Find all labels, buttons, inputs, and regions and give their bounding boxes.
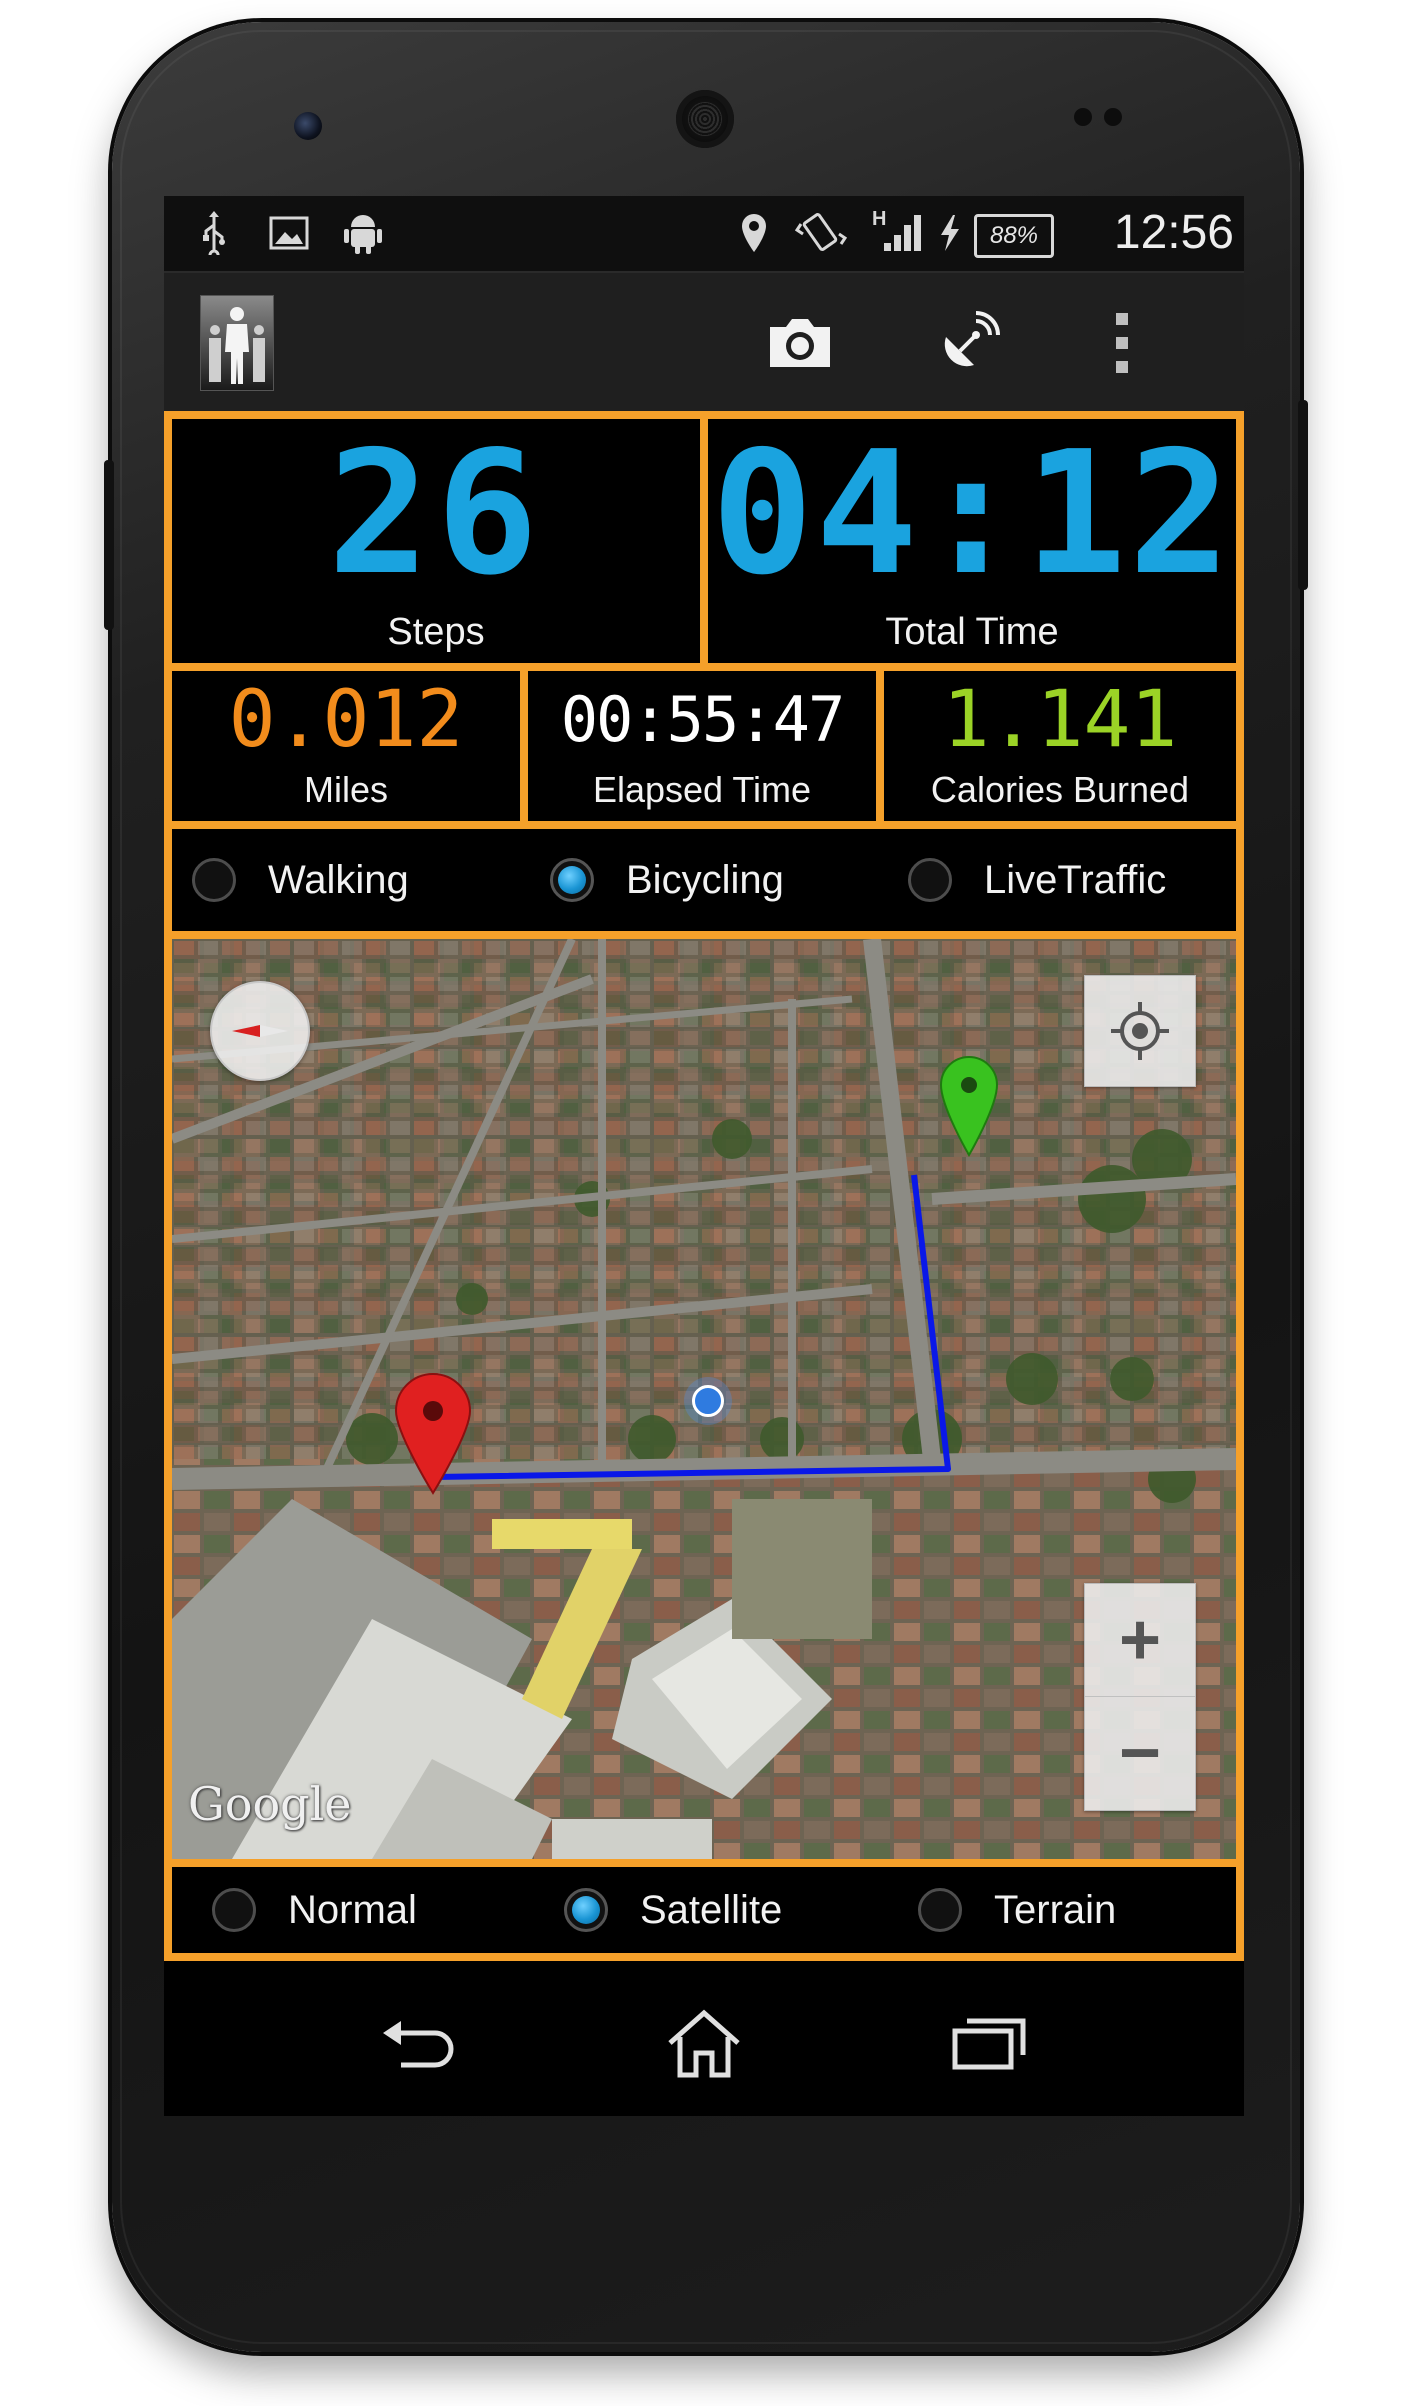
proximity-sensor bbox=[1074, 108, 1092, 126]
my-location-button[interactable] bbox=[1084, 975, 1196, 1087]
elapsed-time-label: Elapsed Time bbox=[592, 769, 812, 810]
calories-panel: 1.141 Calories Burned bbox=[884, 671, 1236, 821]
home-icon bbox=[668, 2009, 740, 2078]
signal-icon: H bbox=[870, 208, 930, 258]
current-location-dot bbox=[692, 1385, 724, 1417]
satellite-button[interactable] bbox=[928, 303, 1008, 383]
radio-livetraffic-label: LiveTraffic bbox=[984, 857, 1167, 902]
compass-button[interactable] bbox=[210, 981, 310, 1081]
radio-normal-indicator bbox=[212, 1888, 256, 1932]
zoom-out-icon: − bbox=[1118, 1713, 1162, 1793]
zoom-controls: + − bbox=[1084, 1583, 1196, 1811]
map-view[interactable]: + − Google bbox=[172, 939, 1236, 1859]
back-button[interactable] bbox=[364, 1998, 474, 2088]
zoom-in-icon: + bbox=[1118, 1600, 1162, 1680]
radio-terrain-label: Terrain bbox=[994, 1887, 1117, 1932]
recent-apps-button[interactable] bbox=[934, 1998, 1044, 2088]
battery-indicator: 88% bbox=[974, 214, 1054, 258]
calories-label: Calories Burned bbox=[930, 769, 1190, 810]
image-icon bbox=[266, 208, 312, 258]
miles-value: 0.012 bbox=[228, 675, 464, 765]
overflow-menu-button[interactable] bbox=[1092, 303, 1152, 383]
steps-label: Steps bbox=[387, 611, 485, 653]
home-button[interactable] bbox=[649, 1998, 759, 2088]
vibrate-icon bbox=[792, 208, 852, 258]
mode-radio-group: Walking Bicycling LiveTraffic bbox=[172, 829, 1236, 931]
calories-value: 1.141 bbox=[942, 675, 1178, 765]
steps-value: 26 bbox=[327, 415, 545, 613]
usb-icon bbox=[194, 208, 234, 258]
zoom-out-button[interactable]: − bbox=[1085, 1697, 1195, 1809]
app-logo[interactable] bbox=[200, 295, 274, 391]
radio-normal-label: Normal bbox=[288, 1887, 417, 1932]
radio-terrain[interactable]: Terrain bbox=[918, 1880, 1116, 1940]
total-time-panel: 04:12 Total Time bbox=[708, 419, 1236, 663]
location-icon bbox=[734, 208, 774, 258]
radio-livetraffic-indicator bbox=[908, 858, 952, 902]
my-location-icon bbox=[1111, 1002, 1169, 1060]
overflow-menu-icon bbox=[1116, 313, 1128, 373]
screen: H 88% 12:56 26 Steps 04:12 Total Time 0.… bbox=[164, 196, 1244, 2116]
radio-bicycling-indicator bbox=[550, 858, 594, 902]
dashboard: 26 Steps 04:12 Total Time 0.012 Miles 00… bbox=[164, 411, 1244, 1961]
elapsed-time-panel: 00:55:47 Elapsed Time bbox=[528, 671, 876, 821]
front-camera bbox=[294, 112, 322, 140]
earpiece-speaker bbox=[676, 90, 734, 148]
network-type-label: H bbox=[872, 208, 887, 230]
total-time-value: 04:12 bbox=[711, 415, 1233, 613]
radio-satellite-label: Satellite bbox=[640, 1887, 783, 1932]
satellite-dish-icon bbox=[944, 311, 1000, 367]
status-clock: 12:56 bbox=[1113, 206, 1234, 259]
zoom-in-button[interactable]: + bbox=[1085, 1584, 1195, 1697]
radio-normal[interactable]: Normal bbox=[212, 1880, 417, 1940]
map-attribution: Google bbox=[188, 1777, 352, 1831]
back-icon bbox=[383, 2021, 454, 2068]
elapsed-time-value: 00:55:47 bbox=[560, 683, 846, 756]
radio-satellite[interactable]: Satellite bbox=[564, 1880, 782, 1940]
radio-walking-label: Walking bbox=[268, 857, 409, 902]
end-pin-icon[interactable] bbox=[938, 1055, 1000, 1159]
power-button bbox=[1298, 400, 1308, 590]
camera-icon bbox=[770, 319, 830, 367]
action-bar bbox=[164, 271, 1244, 413]
map-type-radio-group: Normal Satellite Terrain bbox=[172, 1867, 1236, 1953]
steps-panel: 26 Steps bbox=[172, 419, 700, 663]
compass-icon bbox=[232, 1025, 288, 1037]
camera-button[interactable] bbox=[760, 303, 840, 383]
radio-walking-indicator bbox=[192, 858, 236, 902]
recent-apps-icon bbox=[952, 2018, 1026, 2070]
radio-walking[interactable]: Walking bbox=[192, 850, 409, 910]
start-pin-icon[interactable] bbox=[392, 1371, 474, 1497]
volume-button bbox=[104, 460, 114, 630]
miles-label: Miles bbox=[303, 769, 388, 810]
status-bar: H 88% 12:56 bbox=[164, 196, 1244, 271]
miles-panel: 0.012 Miles bbox=[172, 671, 520, 821]
light-sensor bbox=[1104, 108, 1122, 126]
navigation-bar bbox=[164, 1968, 1244, 2116]
total-time-label: Total Time bbox=[885, 611, 1059, 653]
radio-livetraffic[interactable]: LiveTraffic bbox=[908, 850, 1166, 910]
android-icon bbox=[340, 208, 386, 258]
radio-bicycling[interactable]: Bicycling bbox=[550, 850, 784, 910]
charging-icon bbox=[930, 208, 970, 258]
radio-bicycling-label: Bicycling bbox=[626, 857, 784, 902]
radio-terrain-indicator bbox=[918, 1888, 962, 1932]
radio-satellite-indicator bbox=[564, 1888, 608, 1932]
